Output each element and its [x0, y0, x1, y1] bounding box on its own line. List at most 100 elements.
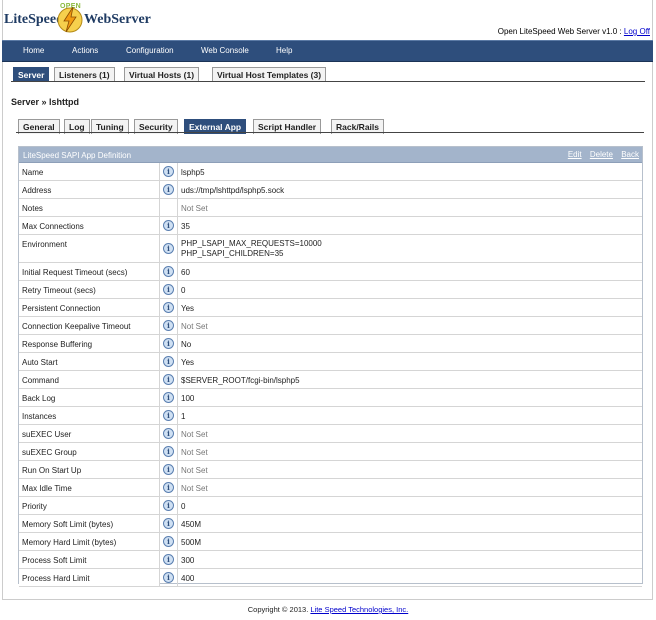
- table-row: Max Idle Time i Not Set: [19, 479, 642, 497]
- info-icon[interactable]: i: [163, 446, 174, 457]
- info-icon[interactable]: i: [163, 500, 174, 511]
- row-label: Max Idle Time: [19, 479, 160, 496]
- row-help-cell: i: [160, 389, 178, 406]
- definition-table: Name i lsphp5 Address i uds://tmp/lshttpd/lsp…: [19, 163, 642, 587]
- table-row: Max Connections i 35: [19, 217, 642, 235]
- row-label: Run On Start Up: [19, 461, 160, 478]
- row-value: 100: [181, 394, 195, 403]
- row-value: lsphp5: [181, 168, 205, 177]
- row-label: Name: [19, 163, 160, 180]
- row-label: Process Hard Limit: [19, 569, 160, 586]
- info-icon[interactable]: i: [163, 338, 174, 349]
- row-value: 60: [181, 268, 190, 277]
- info-icon[interactable]: i: [163, 243, 174, 254]
- tab-server[interactable]: Server: [13, 67, 50, 82]
- info-icon[interactable]: i: [163, 320, 174, 331]
- row-help-cell: i: [160, 407, 178, 424]
- table-row: Command i $SERVER_ROOT/fcgi-bin/lsphp5: [19, 371, 642, 389]
- row-value: $SERVER_ROOT/fcgi-bin/lsphp5: [181, 376, 300, 385]
- lightning-bolt-icon: [57, 6, 83, 33]
- row-value: 300: [181, 556, 195, 565]
- info-icon[interactable]: i: [163, 184, 174, 195]
- table-row: Initial Request Timeout (secs) i 60: [19, 263, 642, 281]
- info-icon[interactable]: i: [163, 482, 174, 493]
- table-row: Memory Hard Limit (bytes) i 500M: [19, 533, 642, 551]
- info-icon[interactable]: i: [163, 356, 174, 367]
- row-help-cell: [160, 199, 178, 216]
- row-help-cell: i: [160, 497, 178, 514]
- info-icon[interactable]: i: [163, 220, 174, 231]
- table-row: Notes Not Set: [19, 199, 642, 217]
- info-icon[interactable]: i: [163, 518, 174, 529]
- info-icon[interactable]: i: [163, 536, 174, 547]
- table-row: Retry Timeout (secs) i 0: [19, 281, 642, 299]
- row-help-cell: i: [160, 551, 178, 568]
- row-label: Command: [19, 371, 160, 388]
- nav-home[interactable]: Home: [23, 46, 44, 55]
- row-help-cell: i: [160, 299, 178, 316]
- info-icon[interactable]: i: [163, 284, 174, 295]
- table-row: suEXEC User i Not Set: [19, 425, 642, 443]
- delete-link[interactable]: Delete: [590, 150, 613, 159]
- row-value: No: [181, 340, 192, 349]
- table-row: Memory Soft Limit (bytes) i 450M: [19, 515, 642, 533]
- table-row: Process Soft Limit i 300: [19, 551, 642, 569]
- row-value: Yes: [181, 304, 195, 313]
- row-value: 450M: [181, 520, 202, 529]
- row-help-cell: i: [160, 515, 178, 532]
- table-row: Process Hard Limit i 400: [19, 569, 642, 587]
- row-label: Response Buffering: [19, 335, 160, 352]
- info-icon[interactable]: i: [163, 464, 174, 475]
- nav-configuration[interactable]: Configuration: [126, 46, 174, 55]
- edit-link[interactable]: Edit: [568, 150, 582, 159]
- table-row: Response Buffering i No: [19, 335, 642, 353]
- info-icon[interactable]: i: [163, 572, 174, 583]
- sub-tab-divider: [16, 132, 644, 133]
- table-row: Environment i PHP_LSAPI_MAX_REQUESTS=10000…: [19, 235, 642, 263]
- nav-help[interactable]: Help: [276, 46, 292, 55]
- info-icon[interactable]: i: [163, 266, 174, 277]
- row-label: Auto Start: [19, 353, 160, 370]
- row-value: Not Set: [181, 322, 208, 331]
- row-value: Not Set: [181, 430, 208, 439]
- nav-web-console[interactable]: Web Console: [201, 46, 249, 55]
- row-help-cell: i: [160, 533, 178, 550]
- info-icon[interactable]: i: [163, 392, 174, 403]
- panel-title: LiteSpeed SAPI App Definition: [23, 151, 132, 160]
- table-row: suEXEC Group i Not Set: [19, 443, 642, 461]
- info-icon[interactable]: i: [163, 428, 174, 439]
- row-value: 35: [181, 222, 190, 231]
- info-icon[interactable]: i: [163, 554, 174, 565]
- row-label: Address: [19, 181, 160, 198]
- tab-listeners[interactable]: Listeners (1): [54, 67, 115, 82]
- nav-actions[interactable]: Actions: [72, 46, 98, 55]
- row-label: Connection Keepalive Timeout: [19, 317, 160, 334]
- back-link[interactable]: Back: [621, 150, 639, 159]
- row-label: Retry Timeout (secs): [19, 281, 160, 298]
- table-row: Back Log i 100: [19, 389, 642, 407]
- row-help-cell: i: [160, 317, 178, 334]
- version-text: Open LiteSpeed Web Server v1.0 :: [497, 27, 622, 36]
- tab-virtual-host-templates[interactable]: Virtual Host Templates (3): [212, 67, 327, 82]
- info-icon[interactable]: i: [163, 302, 174, 313]
- row-help-cell: i: [160, 443, 178, 460]
- info-icon[interactable]: i: [163, 166, 174, 177]
- row-help-cell: i: [160, 263, 178, 280]
- table-row: Address i uds://tmp/lshttpd/lsphp5.sock: [19, 181, 642, 199]
- company-link[interactable]: Lite Speed Technologies, Inc.: [310, 605, 408, 614]
- litespeed-logo[interactable]: OPEN LiteSpeed WebServer: [4, 3, 151, 36]
- row-label: Memory Hard Limit (bytes): [19, 533, 160, 550]
- row-value: Not Set: [181, 466, 208, 475]
- tab-virtual-hosts[interactable]: Virtual Hosts (1): [124, 67, 200, 82]
- row-label: suEXEC User: [19, 425, 160, 442]
- row-help-cell: i: [160, 479, 178, 496]
- table-row: Auto Start i Yes: [19, 353, 642, 371]
- row-value: 0: [181, 286, 186, 295]
- info-icon[interactable]: i: [163, 374, 174, 385]
- table-row: Priority i 0: [19, 497, 642, 515]
- row-value: 1: [181, 412, 186, 421]
- row-label: Persistent Connection: [19, 299, 160, 316]
- logout-link[interactable]: Log Off: [624, 27, 650, 36]
- info-icon[interactable]: i: [163, 410, 174, 421]
- row-label: Instances: [19, 407, 160, 424]
